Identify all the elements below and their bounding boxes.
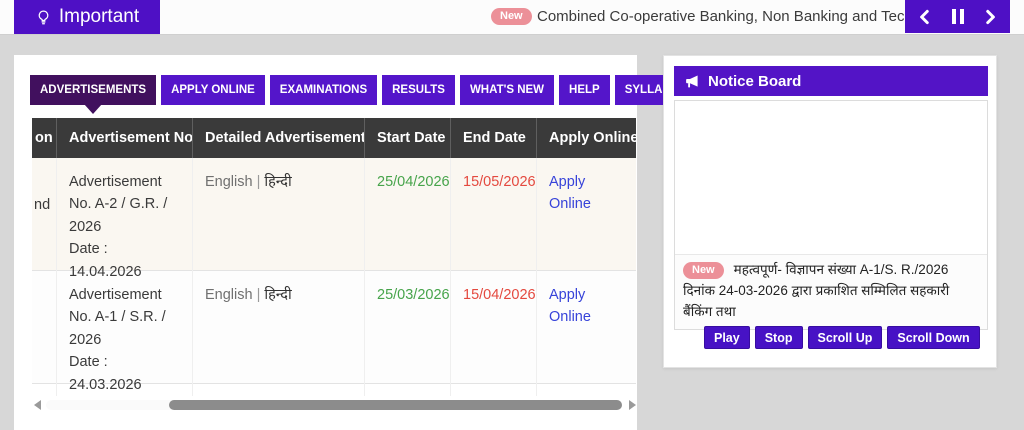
notice-board-header: Notice Board: [674, 66, 988, 96]
notice-board-controls: Play Stop Scroll Up Scroll Down: [704, 326, 980, 349]
cell-apply-online: Apply Online: [536, 271, 636, 396]
triangle-right-icon[interactable]: [629, 400, 636, 410]
cell-detailed-advertisement: English|हिन्दी: [192, 158, 364, 283]
scroll-up-button[interactable]: Scroll Up: [808, 326, 883, 349]
english-pdf-link[interactable]: English: [205, 287, 253, 303]
new-badge: New: [683, 262, 724, 279]
important-label: Important: [59, 6, 139, 28]
language-divider: |: [253, 287, 265, 303]
hindi-pdf-link[interactable]: हिन्दी: [264, 174, 291, 190]
advertisement-date-text: Date : 24.03.2026: [69, 351, 182, 396]
cell-end-date: 15/04/2026: [450, 271, 536, 396]
notice-board-title: Notice Board: [708, 73, 801, 90]
ticker-next-button[interactable]: [977, 4, 1003, 30]
new-badge: New: [491, 8, 532, 25]
tab-examinations[interactable]: EXAMINATIONS: [270, 75, 377, 105]
ticker-controls: [905, 0, 1010, 33]
tab-whats-new[interactable]: WHAT'S NEW: [460, 75, 554, 105]
col-header-apply-online: Apply Online: [536, 118, 636, 158]
apply-online-link[interactable]: Apply Online: [549, 174, 591, 212]
table-header-row: on Advertisement No Detailed Advertiseme…: [32, 118, 636, 158]
notice-board-panel: Notice Board Newमहत्वपूर्ण- विज्ञापन संख…: [663, 55, 997, 368]
notice-item[interactable]: Newमहत्वपूर्ण- विज्ञापन संख्या A-1/S. R.…: [675, 254, 987, 329]
news-ticker-text: Combined Co-operative Banking, Non Banki…: [537, 0, 905, 34]
hindi-pdf-link[interactable]: हिन्दी: [264, 287, 291, 303]
advertisement-no-text: Advertisement No. A-2 / G.R. / 2026: [69, 171, 182, 238]
table-row: nd Advertisement No. A-2 / G.R. / 2026 D…: [32, 158, 636, 271]
chevron-left-icon: [916, 8, 934, 26]
cell-advertisement-no: Advertisement No. A-1 / S.R. / 2026 Date…: [56, 271, 192, 396]
english-pdf-link[interactable]: English: [205, 174, 253, 190]
bulb-icon: [35, 9, 52, 26]
triangle-left-icon[interactable]: [34, 400, 41, 410]
cell-end-date: 15/05/2026: [450, 158, 536, 283]
cell-start-date: 25/04/2026: [364, 158, 450, 283]
horizontal-scrollbar[interactable]: [32, 398, 636, 412]
advertisements-panel: ADVERTISEMENTS APPLY ONLINE EXAMINATIONS…: [14, 55, 637, 430]
apply-online-link[interactable]: Apply Online: [549, 287, 591, 325]
language-divider: |: [253, 174, 265, 190]
tab-advertisements[interactable]: ADVERTISEMENTS: [30, 75, 156, 105]
cell-start-date: 25/03/2026: [364, 271, 450, 396]
tab-bar: ADVERTISEMENTS APPLY ONLINE EXAMINATIONS…: [30, 75, 697, 105]
stop-button[interactable]: Stop: [755, 326, 803, 349]
advertisements-table: on Advertisement No Detailed Advertiseme…: [32, 118, 636, 384]
advertisement-no-text: Advertisement No. A-1 / S.R. / 2026: [69, 284, 182, 351]
cell-truncated-text: nd: [32, 158, 56, 283]
notice-board-list: Newमहत्वपूर्ण- विज्ञापन संख्या A-1/S. R.…: [674, 100, 988, 330]
ticker-pause-button[interactable]: [945, 4, 971, 30]
col-header-advertisement-no: Advertisement No: [56, 118, 192, 158]
pause-icon: [952, 9, 964, 24]
play-button[interactable]: Play: [704, 326, 750, 349]
scroll-down-button[interactable]: Scroll Down: [887, 326, 979, 349]
col-header-detailed-advertisement: Detailed Advertisement: [192, 118, 364, 158]
tab-help[interactable]: HELP: [559, 75, 610, 105]
cell-detailed-advertisement: English|हिन्दी: [192, 271, 364, 396]
tab-apply-online[interactable]: APPLY ONLINE: [161, 75, 265, 105]
scrollbar-thumb[interactable]: [169, 400, 622, 410]
cell-advertisement-no: Advertisement No. A-2 / G.R. / 2026 Date…: [56, 158, 192, 283]
top-ticker-bar: Important New Combined Co-operative Bank…: [0, 0, 1024, 35]
table-row: Advertisement No. A-1 / S.R. / 2026 Date…: [32, 271, 636, 384]
important-button[interactable]: Important: [14, 0, 160, 34]
chevron-right-icon: [981, 8, 999, 26]
cell-truncated-text: [32, 271, 56, 396]
ticker-prev-button[interactable]: [912, 4, 938, 30]
tab-results[interactable]: RESULTS: [382, 75, 455, 105]
col-header-end-date: End Date: [450, 118, 536, 158]
col-header-start-date: Start Date: [364, 118, 450, 158]
megaphone-icon: [684, 73, 701, 90]
scrollbar-track[interactable]: [46, 400, 622, 410]
page: Important New Combined Co-operative Bank…: [0, 0, 1024, 430]
col-header-truncated: on: [32, 118, 56, 158]
cell-apply-online: Apply Online: [536, 158, 636, 283]
